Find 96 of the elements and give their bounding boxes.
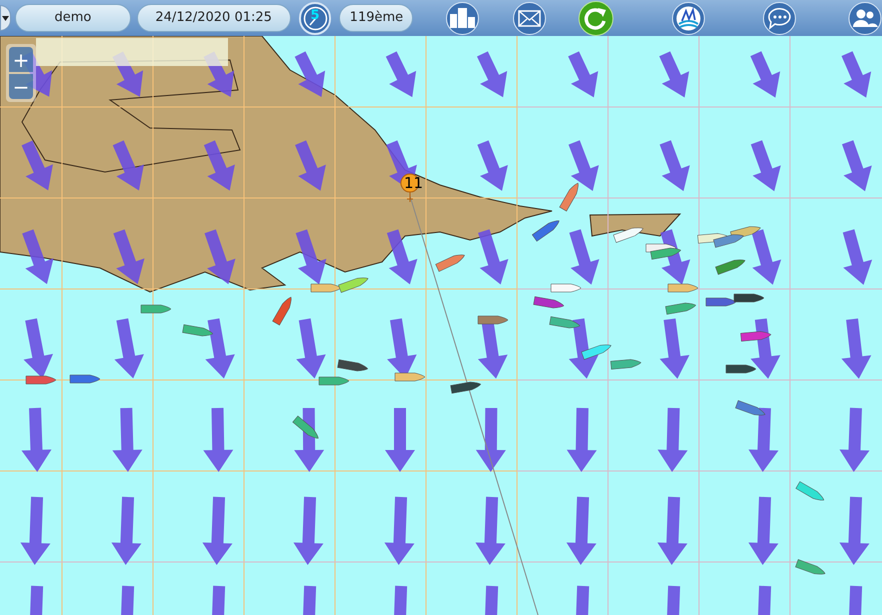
boat-icon (613, 228, 644, 243)
boat-icon (735, 400, 766, 416)
boat-icon (726, 364, 756, 374)
wind-arrow-icon (752, 229, 782, 285)
boat-icon (796, 481, 824, 500)
wind-arrow-icon (204, 229, 236, 284)
waypoint-label: 11 (404, 174, 424, 192)
wind-arrow-icon (659, 51, 690, 98)
boat-icon (292, 416, 318, 439)
wind-arrow-icon (204, 140, 235, 191)
wind-arrow-icon (294, 51, 326, 98)
boat-icon (70, 374, 100, 384)
boat-icon (650, 248, 681, 260)
wind-arrow-icon (296, 229, 326, 284)
boat-icon (533, 296, 564, 308)
wind-arrow-icon (566, 408, 597, 472)
wind-arrow-icon (842, 51, 872, 98)
dropdown-button[interactable] (0, 5, 11, 31)
boat-icon (450, 382, 481, 394)
wind-arrow-icon (841, 318, 872, 379)
wind-arrow-icon (839, 496, 870, 565)
wind-arrow-icon (386, 229, 418, 284)
wind-arrow-icon (842, 140, 872, 192)
caret-icon (2, 16, 9, 20)
boat-icon (394, 372, 426, 382)
boat-icon (26, 376, 56, 384)
wind-arrow-icon (22, 408, 52, 472)
wind-arrow-icon (750, 140, 781, 192)
rank-button[interactable]: 119ème (339, 4, 414, 32)
wind-arrow-icon (22, 140, 53, 190)
wind-arrow-icon (660, 318, 690, 379)
wind-arrow-icon (476, 408, 506, 472)
chat-icon[interactable] (762, 2, 798, 34)
boat-icon (734, 294, 764, 302)
boat-icon (435, 254, 465, 272)
boat-icon (715, 260, 746, 275)
boat-icon (668, 284, 698, 292)
wind-arrow-icon (477, 140, 508, 191)
boat-icon (182, 324, 213, 336)
wind-arrow-icon (748, 408, 778, 472)
wind-arrow-icon (111, 496, 142, 565)
users-icon[interactable] (848, 2, 882, 34)
boat-icon (549, 316, 580, 328)
boat-icon (318, 376, 350, 386)
wind-arrow-icon (658, 408, 688, 472)
wind-arrow-icon (566, 496, 596, 565)
boat-icon (559, 182, 578, 212)
zoom-out-button[interactable]: − (9, 74, 33, 99)
wind-arrow-icon (24, 318, 54, 378)
wind-arrow-icon (22, 229, 54, 284)
wind-arrow-icon (748, 496, 778, 565)
refresh-icon[interactable] (578, 0, 614, 36)
wind-arrow-icon (842, 229, 872, 285)
boat-icon (795, 559, 826, 574)
boat-icon (665, 302, 696, 315)
mail-icon[interactable] (512, 2, 548, 34)
wind-arrow-icon (478, 229, 508, 285)
boat-icon (337, 359, 368, 372)
wind-arrow-icon (20, 496, 50, 565)
wind-arrow-icon (386, 51, 416, 98)
boat-icon (272, 296, 292, 326)
logo-icon[interactable] (671, 2, 706, 34)
wind-arrow-icon (295, 140, 326, 191)
wind-arrow-icon (475, 496, 506, 565)
wind-arrow-icon (205, 318, 235, 378)
wind-arrow-icon (203, 408, 234, 472)
wind-arrow-icon (202, 496, 232, 565)
wind-arrow-icon (476, 51, 508, 98)
boat-icon (140, 304, 172, 314)
wind-arrow-icon (657, 496, 688, 565)
wind-arrow-icon (384, 496, 414, 565)
clock-number: 5 (310, 8, 320, 22)
date-time-button[interactable]: 24/12/2020 01:25 (136, 4, 291, 32)
boat-icon (740, 331, 772, 342)
zoom-in-button[interactable]: + (9, 47, 33, 72)
boat-icon (713, 234, 744, 248)
clock-icon (302, 6, 328, 30)
podium-icon[interactable] (445, 2, 480, 34)
wind-arrow-icon (112, 140, 144, 190)
wind-arrow-icon (660, 140, 690, 192)
wind-arrow-icon (113, 229, 144, 284)
wind-arrow-icon (385, 408, 415, 472)
wind-arrow-icon (296, 318, 326, 379)
wind-arrow-icon (293, 496, 324, 565)
wind-arrow-icon (568, 140, 599, 191)
wind-arrow-icon (568, 51, 598, 98)
boat-icon (550, 284, 582, 292)
boat-icon (706, 298, 736, 306)
wind-arrow-icon (112, 408, 142, 472)
wind-arrow-icon (840, 408, 870, 472)
player-name-button[interactable]: demo (14, 4, 131, 32)
boat-icon (478, 316, 508, 324)
wind-arrow-icon (750, 51, 780, 98)
boat-icon (532, 220, 560, 242)
wind-arrow-icon (114, 318, 144, 378)
wind-arrow-icon (569, 229, 600, 285)
